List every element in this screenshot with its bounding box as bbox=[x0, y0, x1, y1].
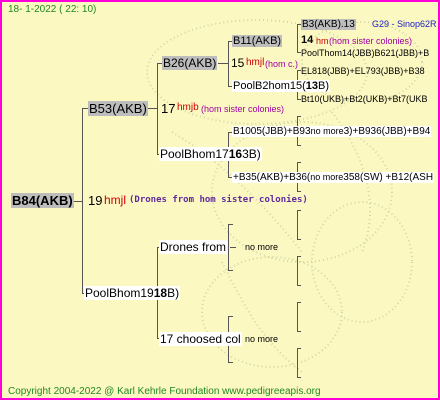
g4-b[interactable]: PoolThom14(JBB)B621(JBB)+B bbox=[301, 48, 429, 58]
father-note: (hom sister colonies) bbox=[201, 104, 285, 114]
g4-a[interactable]: B3(AKB).13 bbox=[301, 19, 356, 30]
root-hmj: hmjl bbox=[104, 193, 127, 207]
father-generation: 17 bbox=[161, 101, 176, 116]
fff-note: (hom sister colonies) bbox=[329, 36, 413, 46]
root-note: (Drones from hom sister colonies) bbox=[129, 195, 308, 205]
mother-pool[interactable]: PoolBhom1918B) bbox=[84, 286, 181, 300]
father-hmj: hmjb bbox=[177, 102, 199, 113]
ff-hmj: hmjl bbox=[246, 57, 265, 68]
root-queen[interactable]: B84(AKB) bbox=[11, 193, 74, 208]
mf-note: no more bbox=[245, 242, 279, 252]
fm-pool[interactable]: PoolBhom17163B) bbox=[159, 147, 262, 161]
fmm-group[interactable]: +B35(AKB)+B36(no more358(SW) +B12(ASH bbox=[232, 172, 435, 183]
g4-a2[interactable]: G29 - Sinop62R bbox=[372, 19, 437, 29]
fff-queen[interactable]: B11(AKB) bbox=[232, 35, 283, 47]
ff-generation: 15 bbox=[231, 56, 245, 70]
g4-c[interactable]: EL818(JBB)+EL793(JBB)+B38 bbox=[301, 66, 425, 76]
fff-generation: 14 bbox=[301, 34, 314, 46]
pedigree-page: 18- 1-2022 ( 22: 10) B84(AKB) 19 hmjl (D… bbox=[0, 0, 440, 400]
father-queen[interactable]: B53(AKB) bbox=[88, 101, 148, 116]
mm-note: no more bbox=[245, 334, 279, 344]
footer-copyright: Copyright 2004-2022 @ Karl Kehrle Founda… bbox=[8, 386, 321, 397]
fff-hmj: hm bbox=[316, 36, 329, 46]
gen2-father-connector bbox=[157, 63, 158, 155]
mf-drones[interactable]: Drones from bbox=[159, 240, 228, 254]
ffm-pool[interactable]: PoolB2hom15(13B) bbox=[232, 80, 331, 92]
g4-d[interactable]: Bt10(UKB)+Bt2(UKB)+Bt7(UKB bbox=[301, 94, 428, 104]
mm-choosed[interactable]: 17 choosed col bbox=[159, 332, 242, 346]
report-date: 18- 1-2022 ( 22: 10) bbox=[8, 4, 97, 15]
ff-queen[interactable]: B26(AKB) bbox=[162, 56, 218, 70]
fmf-group[interactable]: B1005(JBB)+B93no more3)+B936(JBB)+B94 bbox=[232, 126, 432, 137]
root-generation: 19 bbox=[88, 193, 103, 208]
ff-note: (hom c.) bbox=[265, 59, 299, 69]
